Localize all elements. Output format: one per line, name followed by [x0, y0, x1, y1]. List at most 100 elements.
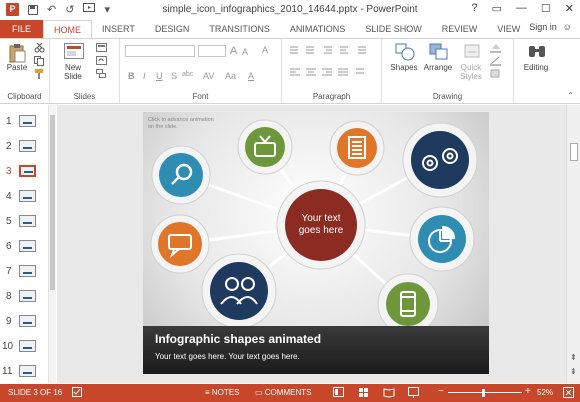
- notes-icon: ≡: [205, 388, 212, 397]
- shapes-button[interactable]: Shapes: [388, 43, 420, 72]
- thumbnail-image: [19, 340, 36, 352]
- slideshow-view-icon[interactable]: [408, 387, 419, 400]
- reading-view-icon[interactable]: [383, 387, 395, 400]
- fit-slide-icon[interactable]: [563, 387, 574, 400]
- zoom-slider[interactable]: [448, 392, 522, 393]
- slide-heading[interactable]: Infographic shapes animated: [155, 332, 321, 346]
- cut-icon[interactable]: [34, 43, 45, 53]
- zoom-slider-handle[interactable]: [482, 389, 485, 397]
- previous-slide-icon[interactable]: ⇞: [570, 353, 577, 362]
- close-icon[interactable]: ✕: [565, 2, 574, 15]
- slide-thumbnail[interactable]: 9: [0, 313, 48, 333]
- new-slide-button[interactable]: New Slide: [56, 43, 90, 81]
- format-painter-icon[interactable]: [34, 69, 45, 79]
- arrange-icon: [429, 43, 448, 61]
- tab-insert[interactable]: INSERT: [92, 20, 145, 38]
- slide-thumbnail[interactable]: 4: [0, 188, 48, 208]
- slide-counter: SLIDE 3 OF 16: [8, 388, 63, 397]
- tab-review[interactable]: REVIEW: [432, 20, 488, 38]
- tab-home[interactable]: HOME: [43, 20, 93, 38]
- copy-icon[interactable]: [34, 56, 45, 66]
- thumbnail-image: [19, 365, 36, 377]
- center-text[interactable]: Your text goes here: [291, 213, 351, 237]
- next-slide-icon[interactable]: ⇟: [570, 367, 577, 376]
- thumbnail-image: [19, 190, 36, 202]
- character-spacing-button[interactable]: AV: [203, 71, 214, 81]
- font-color-button[interactable]: A: [248, 71, 254, 81]
- normal-view-icon[interactable]: [333, 387, 344, 400]
- tab-transitions[interactable]: TRANSITIONS: [199, 20, 280, 38]
- zoom-out-button[interactable]: −: [438, 386, 444, 397]
- slide-thumbnail[interactable]: 8: [0, 288, 48, 308]
- shape-effects-icon[interactable]: [490, 69, 501, 79]
- slide-sorter-icon[interactable]: [358, 387, 369, 400]
- shrink-font-button[interactable]: A: [242, 47, 248, 57]
- quick-styles-icon: [462, 43, 480, 61]
- bold-button[interactable]: B: [128, 71, 135, 81]
- grow-font-button[interactable]: A: [230, 45, 237, 57]
- slide-thumbnail[interactable]: 6: [0, 238, 48, 258]
- layout-icon[interactable]: [96, 43, 107, 53]
- section-icon[interactable]: [96, 69, 107, 79]
- thumbnail-image: [19, 290, 36, 302]
- ribbon-display-options-icon[interactable]: ▭: [492, 2, 502, 15]
- tab-slide-show[interactable]: SLIDE SHOW: [355, 20, 432, 38]
- underline-button[interactable]: U: [156, 71, 163, 81]
- ribbon: Paste Clipboard New Slide Slides A A A B…: [0, 38, 580, 104]
- slide-thumbnail[interactable]: 5: [0, 213, 48, 233]
- tab-file[interactable]: FILE: [0, 20, 44, 38]
- shape-outline-icon[interactable]: [490, 56, 501, 66]
- italic-button[interactable]: I: [143, 71, 146, 81]
- slide-thumbnail[interactable]: 11: [0, 363, 48, 383]
- thumbnail-image: [19, 265, 36, 277]
- ribbon-tabs: FILE HOME INSERT DESIGN TRANSITIONS ANIM…: [0, 20, 580, 38]
- font-group-label: Font: [192, 92, 209, 101]
- shadow-button[interactable]: S: [171, 71, 177, 81]
- account-area: Sign in ☺: [529, 22, 572, 32]
- tab-view[interactable]: VIEW: [487, 20, 530, 38]
- font-family-dropdown[interactable]: [125, 45, 195, 57]
- zoom-level[interactable]: 52%: [537, 388, 553, 397]
- smiley-feedback-icon[interactable]: ☺: [563, 22, 572, 32]
- slide-thumbnail[interactable]: 2: [0, 138, 48, 158]
- paste-button[interactable]: Paste: [4, 43, 30, 72]
- slide-subtext[interactable]: Your text goes here. Your text goes here…: [155, 352, 300, 361]
- collapse-ribbon-icon[interactable]: ⌃: [567, 91, 574, 100]
- binoculars-icon: [527, 43, 545, 61]
- scrollbar-thumb[interactable]: [570, 143, 578, 161]
- slide-thumbnail[interactable]: 7: [0, 263, 48, 283]
- clear-formatting-button[interactable]: A: [262, 45, 268, 55]
- arrange-button[interactable]: Arrange: [422, 43, 454, 72]
- help-icon[interactable]: ?: [471, 2, 477, 15]
- clipboard-group-label: Clipboard: [7, 92, 42, 101]
- quick-styles-button[interactable]: Quick Styles: [456, 43, 486, 81]
- editing-button[interactable]: Editing: [516, 43, 556, 72]
- shape-fill-icon[interactable]: [490, 43, 501, 53]
- maximize-icon[interactable]: ☐: [541, 2, 551, 15]
- spelling-check-icon[interactable]: [72, 387, 83, 400]
- editor-scrollbar[interactable]: ⇞ ⇟: [566, 105, 580, 383]
- paragraph-controls[interactable]: [288, 45, 378, 81]
- thumbnails-scrollbar[interactable]: [48, 105, 56, 383]
- minimize-icon[interactable]: —: [516, 2, 527, 15]
- editing-group: Editing: [514, 39, 558, 103]
- tab-animations[interactable]: ANIMATIONS: [280, 20, 355, 38]
- sign-in-link[interactable]: Sign in: [529, 22, 557, 32]
- slide-thumbnail-selected[interactable]: 3: [0, 163, 48, 183]
- scrollbar-thumb[interactable]: [50, 115, 55, 290]
- slide-thumbnail[interactable]: 10: [0, 338, 48, 358]
- strikethrough-button[interactable]: abc: [182, 71, 193, 78]
- thumbnail-image: [19, 140, 36, 152]
- thumbnail-image: [19, 165, 36, 177]
- change-case-button[interactable]: Aa: [225, 71, 236, 81]
- zoom-in-button[interactable]: +: [525, 386, 531, 397]
- comments-button[interactable]: ▭ COMMENTS: [255, 388, 311, 397]
- tab-design[interactable]: DESIGN: [145, 20, 200, 38]
- drawing-group: Shapes Arrange Quick Styles Drawing: [382, 39, 514, 103]
- slide-thumbnail[interactable]: 1: [0, 113, 48, 133]
- notes-button[interactable]: ≡ NOTES: [205, 388, 239, 397]
- font-size-dropdown[interactable]: [198, 45, 226, 57]
- slide-canvas[interactable]: Click to advance animation on the slide.: [143, 112, 489, 374]
- title-bar: P ↶ ↺ ▾ simple_icon_infographics_2010_14…: [0, 0, 580, 20]
- reset-slide-icon[interactable]: [96, 56, 107, 66]
